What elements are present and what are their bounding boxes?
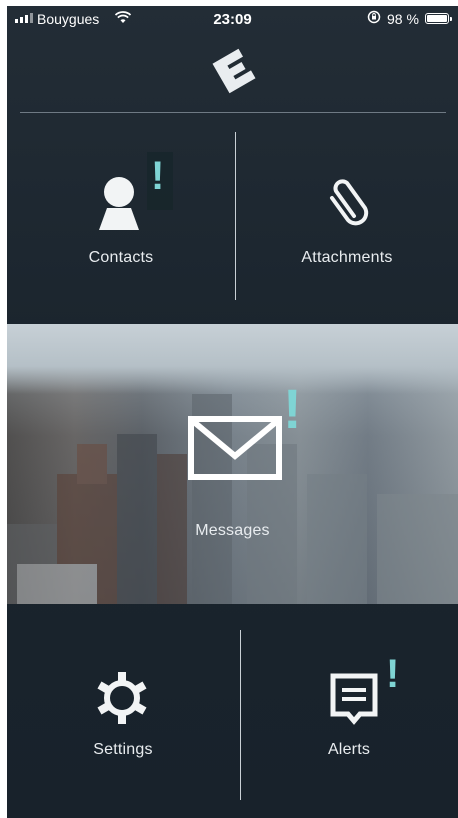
attachments-tile[interactable]: Attachments [236,114,458,322]
speech-bubble-icon [330,673,378,725]
contacts-tile[interactable]: ! Contacts [7,114,235,322]
contacts-label: Contacts [88,249,154,266]
gear-icon [97,672,147,724]
app-screen: Bouygues 23:09 98 % ! Contacts Attachmen… [7,6,458,818]
alerts-alert-icon: ! [386,652,400,696]
paperclip-icon [330,179,369,226]
messages-tile[interactable]: ! Messages [7,324,458,604]
alerts-tile[interactable]: ! Alerts [240,606,458,818]
person-icon [99,177,139,230]
contacts-alert-icon: ! [151,154,165,198]
settings-label: Settings [93,741,153,758]
rotation-lock-icon [367,10,381,27]
envelope-icon [188,416,282,480]
alerts-label: Alerts [327,741,371,758]
attachments-label: Attachments [301,249,393,266]
header-divider [20,112,446,113]
battery-icon [425,13,452,24]
status-bar: Bouygues 23:09 98 % [7,6,458,32]
settings-tile[interactable]: Settings [7,606,239,818]
messages-alert-icon: ! [283,377,302,440]
messages-label: Messages [195,522,270,539]
app-logo [212,48,256,94]
battery-percent: 98 % [387,11,419,27]
